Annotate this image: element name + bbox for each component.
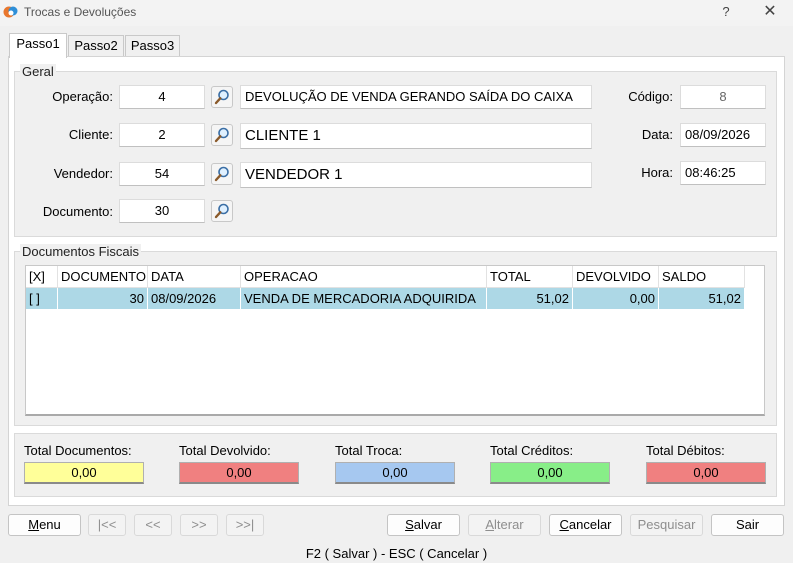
hora-input[interactable]: 08:46:25 (680, 161, 766, 185)
tab-passo2[interactable]: Passo2 (68, 35, 124, 57)
salvar-accel: S (405, 517, 414, 532)
cliente-input[interactable]: 2 (119, 123, 205, 147)
column-header-documento[interactable]: DOCUMENTO (58, 266, 148, 287)
window-title: Trocas e Devoluções (24, 5, 137, 19)
cancelar-button[interactable]: Cancelar (549, 514, 622, 536)
total-debitos-label: Total Débitos: (646, 443, 725, 458)
tab-passo3[interactable]: Passo3 (125, 35, 180, 57)
previous-record-button[interactable]: << (134, 514, 172, 536)
row-documento-cell[interactable]: 30 (58, 288, 148, 309)
sair-button[interactable]: Sair (711, 514, 784, 536)
tab-passo1[interactable]: Passo1 (9, 33, 67, 58)
data-input[interactable]: 08/09/2026 (680, 123, 766, 147)
total-troca-value: 0,00 (335, 462, 455, 484)
codigo-label: Código: (628, 89, 673, 104)
total-troca-label: Total Troca: (335, 443, 403, 458)
vendedor-label: Vendedor: (53, 166, 113, 181)
operacao-input[interactable]: 4 (119, 85, 205, 109)
salvar-label: alvar (413, 517, 442, 532)
total-devolvido-label: Total Devolvido: (179, 443, 271, 458)
search-icon (214, 89, 229, 105)
alterar-button[interactable]: Alterar (468, 514, 541, 536)
search-icon (214, 203, 229, 219)
total-documentos-label: Total Documentos: (24, 443, 132, 458)
operacao-description: DEVOLUÇÃO DE VENDA GERANDO SAÍDA DO CAIX… (240, 85, 592, 109)
cliente-label: Cliente: (68, 127, 113, 142)
alterar-label: lterar (494, 517, 524, 532)
data-label: Data: (641, 127, 673, 142)
next-record-button[interactable]: >> (180, 514, 218, 536)
row-data-cell[interactable]: 08/09/2026 (148, 288, 241, 309)
operacao-search-button[interactable] (211, 86, 233, 108)
total-documentos-value: 0,00 (24, 462, 144, 484)
row-total-cell[interactable]: 51,02 (487, 288, 573, 309)
operacao-label: Operação: (52, 89, 113, 104)
search-icon (214, 127, 229, 143)
cliente-description: CLIENTE 1 (240, 123, 592, 149)
app-icon (3, 4, 19, 20)
column-header-devolvido[interactable]: DEVOLVIDO (573, 266, 659, 287)
shortcut-hint-bar: F2 ( Salvar ) - ESC ( Cancelar ) (305, 546, 488, 561)
row-check-cell[interactable]: [ ] (26, 288, 58, 309)
first-record-button[interactable]: |<< (88, 514, 126, 536)
vendedor-description: VENDEDOR 1 (240, 162, 592, 188)
row-saldo-cell[interactable]: 51,02 (659, 288, 745, 309)
column-header-operacao[interactable]: OPERACAO (241, 266, 487, 287)
vendedor-search-button[interactable] (211, 163, 233, 185)
salvar-button[interactable]: Salvar (387, 514, 460, 536)
last-record-button[interactable]: >>| (226, 514, 264, 536)
column-header-saldo[interactable]: SALDO (659, 266, 745, 287)
total-creditos-label: Total Créditos: (490, 443, 574, 458)
menu-label: enu (39, 517, 61, 532)
cancelar-label: ancelar (568, 517, 612, 532)
column-header-data[interactable]: DATA (148, 266, 241, 287)
column-header-total[interactable]: TOTAL (487, 266, 573, 287)
total-creditos-value: 0,00 (490, 462, 610, 484)
hora-label: Hora: (641, 165, 673, 180)
cancelar-accel: C (559, 517, 569, 532)
cliente-search-button[interactable] (211, 124, 233, 146)
geral-group-title: Geral (20, 64, 56, 79)
vendedor-input[interactable]: 54 (119, 162, 205, 186)
documentos-grid[interactable]: [X] DOCUMENTO DATA OPERACAO TOTAL DEVOLV… (25, 265, 765, 416)
search-icon (214, 166, 229, 182)
menu-accel: M (28, 517, 40, 532)
documento-label: Documento: (42, 204, 113, 219)
column-header-check[interactable]: [X] (26, 266, 58, 287)
row-devolvido-cell[interactable]: 0,00 (573, 288, 659, 309)
row-operacao-cell[interactable]: VENDA DE MERCADORIA ADQUIRIDA (241, 288, 487, 309)
pesquisar-button[interactable]: Pesquisar (630, 514, 703, 536)
help-button[interactable]: ? (714, 1, 738, 25)
documento-search-button[interactable] (211, 200, 233, 222)
total-debitos-value: 0,00 (646, 462, 766, 484)
documento-input[interactable]: 30 (119, 199, 205, 223)
close-button[interactable]: ✕ (758, 1, 782, 25)
codigo-field: 8 (680, 85, 766, 109)
menu-button[interactable]: Menu (8, 514, 81, 536)
alterar-accel: A (485, 517, 495, 532)
documentos-group-title: Documentos Fiscais (20, 244, 142, 259)
total-devolvido-value: 0,00 (179, 462, 299, 484)
